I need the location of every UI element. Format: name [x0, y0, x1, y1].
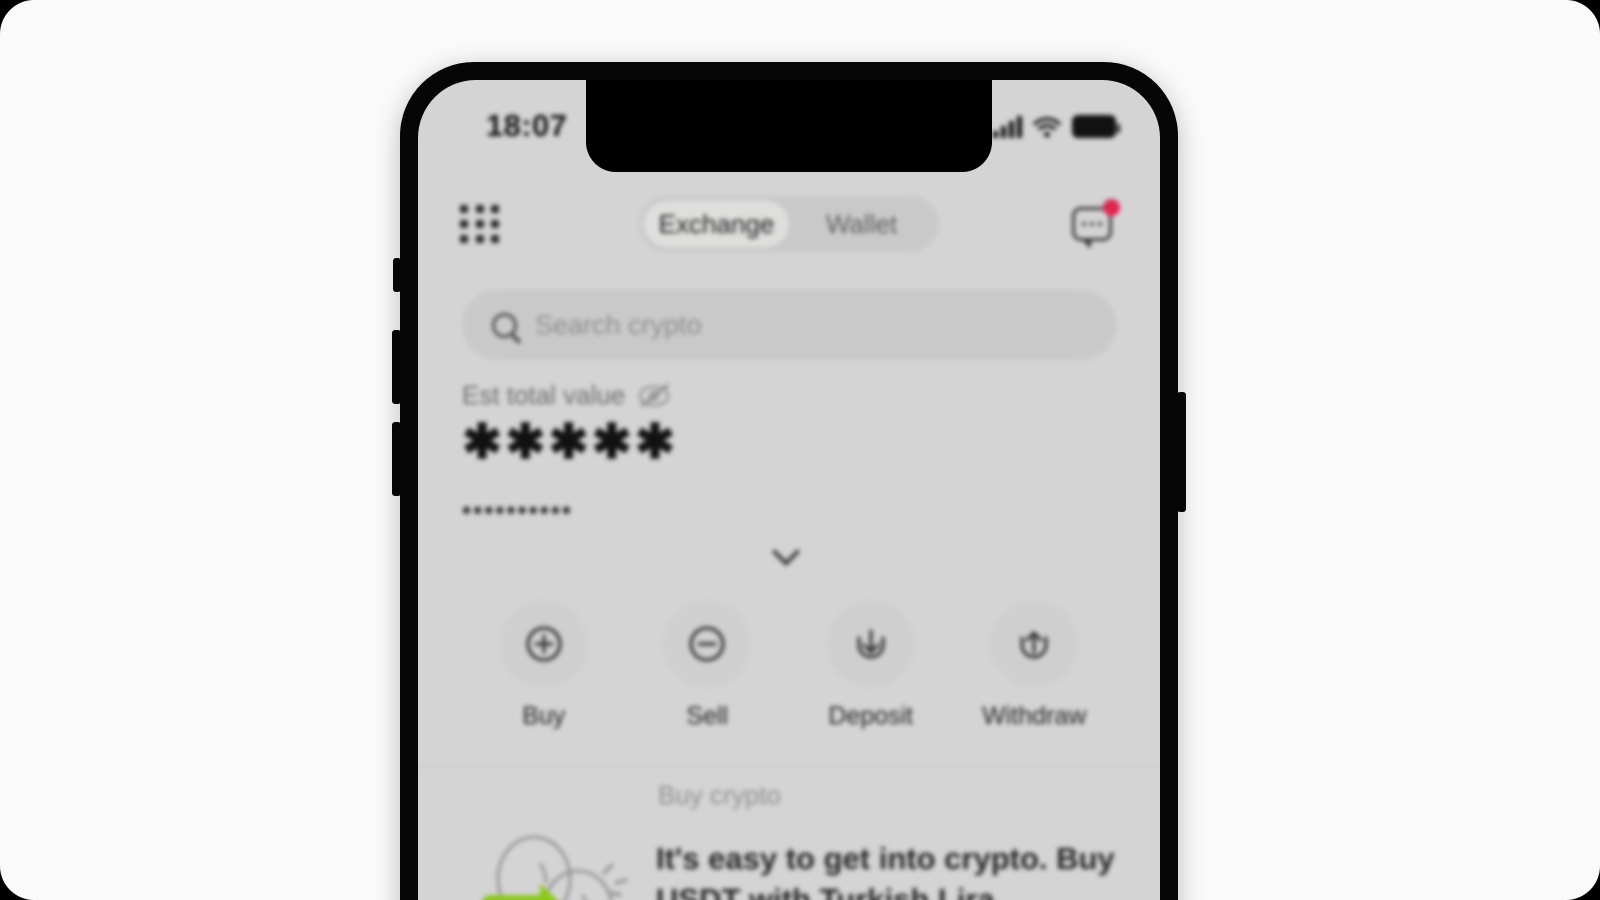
deposit-icon-circle [826, 600, 915, 688]
search-bar[interactable]: Search crypto [462, 290, 1116, 360]
search-icon [492, 312, 517, 338]
action-label-buy: Buy [522, 702, 566, 730]
phone-screen: 18:07 Exchange Wallet Search crypto Est … [418, 80, 1160, 900]
segmented-tabs: Exchange Wallet [639, 196, 939, 252]
volume-down-button[interactable] [392, 422, 401, 496]
tab-wallet[interactable]: Wallet [789, 201, 934, 247]
action-label-withdraw: Withdraw [982, 702, 1087, 730]
page-canvas: 18:07 Exchange Wallet Search crypto Est … [0, 0, 1600, 900]
search-input[interactable]: Search crypto [535, 310, 702, 341]
status-clock: 18:07 [486, 108, 568, 143]
phone-device-frame: 18:07 Exchange Wallet Search crypto Est … [392, 62, 1186, 900]
buy-icon-circle [499, 600, 588, 688]
promo-title: It's easy to get into crypto. Buy USDT w… [656, 841, 1115, 900]
arrow-up-tray-icon [1020, 631, 1048, 659]
total-value-masked: ✱✱✱✱✱ [462, 416, 679, 469]
quick-actions-row: Buy Sell Deposit Withdraw [418, 600, 1160, 731]
mute-switch[interactable] [393, 258, 401, 292]
chevron-down-icon[interactable] [776, 540, 802, 566]
promo-kicker: Buy crypto [658, 780, 781, 810]
minus-circle-icon [689, 626, 725, 662]
arrow-down-tray-icon [857, 629, 885, 659]
action-sell[interactable]: Sell [647, 600, 767, 731]
volume-up-button[interactable] [392, 330, 401, 404]
app-header: Exchange Wallet [418, 184, 1160, 264]
notification-badge [1103, 199, 1120, 216]
wifi-icon [1033, 116, 1061, 137]
action-deposit-underlay[interactable]: Deposit [811, 600, 931, 731]
est-total-value-label: Est total value [462, 380, 626, 410]
chat-dots-icon [1082, 222, 1102, 226]
status-indicators [993, 114, 1120, 138]
balance-section: Est total value ✱✱✱✱✱ •••••••••• [462, 380, 1116, 526]
action-buy[interactable]: Buy [484, 600, 604, 731]
grid-menu-icon[interactable] [460, 204, 500, 244]
sell-icon-circle [663, 600, 752, 688]
action-label-deposit-underlay: Deposit [828, 702, 914, 730]
app-content-dimmed: 18:07 Exchange Wallet Search crypto Est … [418, 80, 1160, 900]
action-label-sell: Sell [686, 702, 729, 730]
sub-value-masked: •••••••••• [462, 495, 574, 525]
tab-exchange[interactable]: Exchange [644, 201, 789, 247]
coins-with-arrow-illustration [462, 833, 634, 900]
eye-off-icon[interactable] [639, 383, 670, 407]
promo-body: It's easy to get into crypto. Buy USDT w… [462, 833, 1116, 900]
battery-icon [1072, 114, 1120, 138]
phone-notch [586, 80, 992, 172]
plus-circle-icon [526, 626, 562, 662]
action-withdraw[interactable]: Withdraw [974, 600, 1094, 731]
withdraw-icon-circle [990, 600, 1079, 688]
power-button[interactable] [1177, 392, 1186, 512]
promo-section[interactable]: Buy crypto It's easy to get into crypto.… [418, 780, 1160, 900]
est-total-value-row: Est total value [462, 380, 1116, 411]
section-divider [418, 766, 1160, 767]
cellular-signal-icon [993, 115, 1022, 138]
messages-button[interactable] [1072, 199, 1120, 249]
